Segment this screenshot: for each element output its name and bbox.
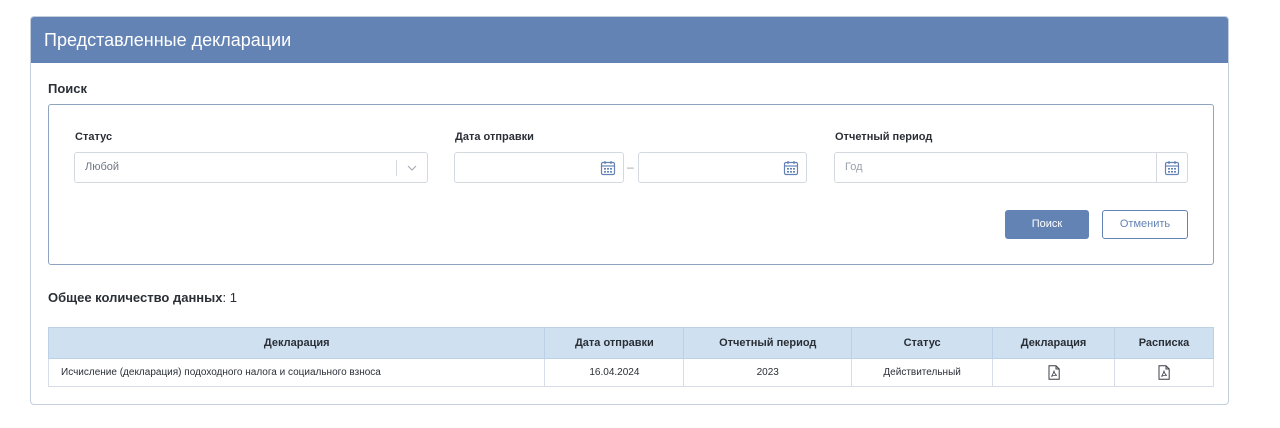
period-label: Отчетный период [835,131,933,143]
cell-declaration-file [992,358,1115,387]
cell-status: Действительный [851,358,994,387]
calendar-icon[interactable] [1164,160,1180,176]
cancel-button[interactable]: Отменить [1102,210,1188,239]
status-select[interactable]: Любой [74,152,428,183]
search-button[interactable]: Поиск [1005,210,1089,239]
period-placeholder: Год [845,161,863,173]
status-label: Статус [75,131,113,143]
status-select-value: Любой [85,161,120,173]
select-divider [396,160,397,176]
page-title: Представленные декларации [31,17,1228,63]
search-form: Статус Любой Дата отправки – Отчетный пе… [48,104,1214,265]
date-sent-label: Дата отправки [455,131,534,143]
period-input[interactable]: Год [834,152,1188,183]
cell-receipt-file [1114,358,1214,387]
input-divider [1156,153,1157,182]
column-header-declaration-file: Декларация [992,327,1115,359]
total-count-label: Общее количество данных [48,290,223,305]
table-header-row: Декларация Дата отправки Отчетный период… [47,327,1214,359]
date-to-input[interactable] [638,152,807,183]
total-count-value: : 1 [222,290,237,305]
column-header-declaration[interactable]: Декларация [47,327,546,359]
column-header-date-sent[interactable]: Дата отправки [544,327,685,359]
date-from-input[interactable] [454,152,624,183]
date-range-separator: – [627,160,634,174]
column-header-receipt: Расписка [1114,327,1214,359]
cell-date-sent: 16.04.2024 [544,358,685,387]
pdf-file-icon[interactable] [1048,365,1060,380]
column-header-period[interactable]: Отчетный период [683,327,853,359]
table-row: Исчисление (декларация) подоходного нало… [47,358,1214,387]
cell-period: 2023 [683,358,853,387]
column-header-status[interactable]: Статус [851,327,994,359]
pdf-file-icon[interactable] [1158,365,1170,380]
calendar-icon[interactable] [600,160,616,176]
declarations-panel: Представленные декларации Поиск Статус Л… [30,16,1229,405]
search-section-title: Поиск [48,81,88,96]
cell-declaration: Исчисление (декларация) подоходного нало… [47,358,546,387]
chevron-down-icon[interactable] [406,162,418,174]
declarations-table: Декларация Дата отправки Отчетный период… [47,327,1214,387]
calendar-icon[interactable] [783,160,799,176]
total-count: Общее количество данных: 1 [48,290,237,305]
